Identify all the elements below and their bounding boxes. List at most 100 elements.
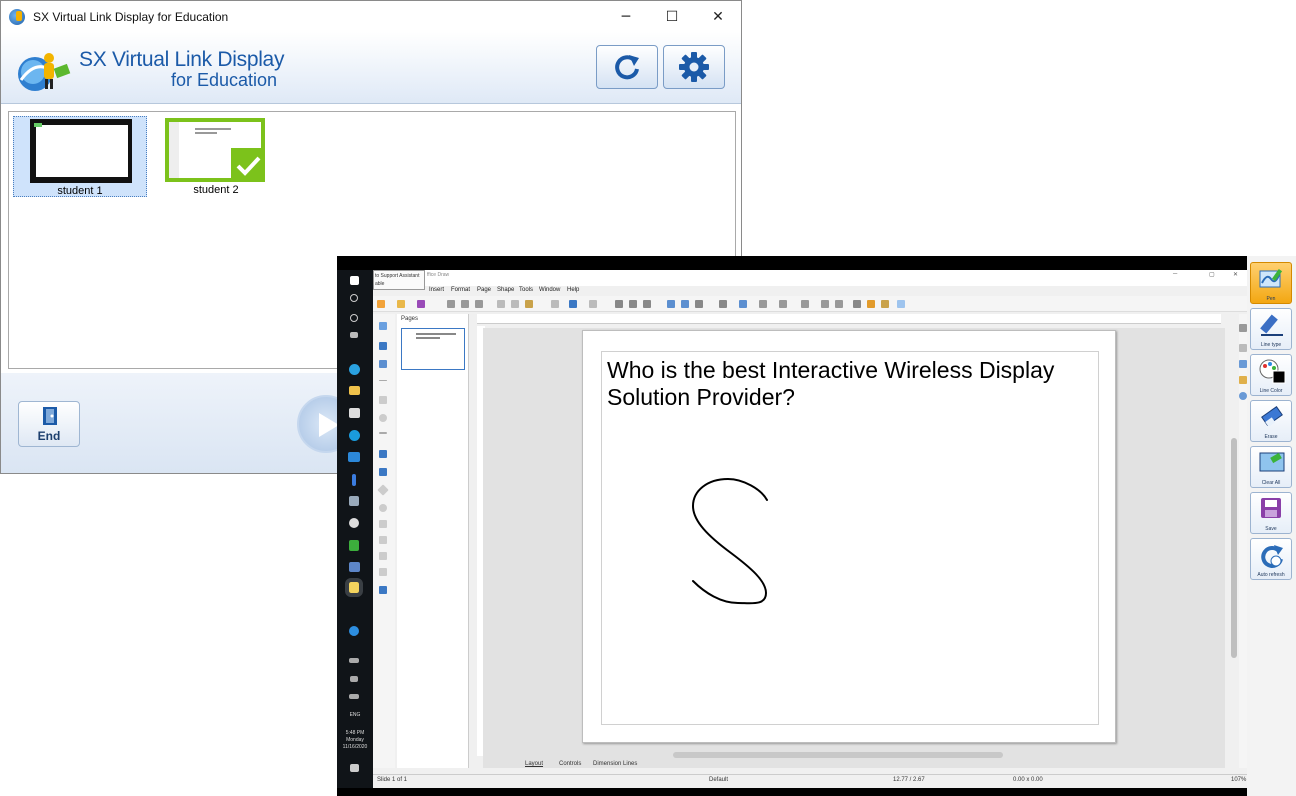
properties-icon[interactable]: [1239, 324, 1247, 332]
shadow-icon[interactable]: [821, 300, 829, 308]
erase-button[interactable]: Erase: [1250, 400, 1292, 442]
vertical-scrollbar[interactable]: [1230, 328, 1238, 758]
help-icon[interactable]: [349, 626, 359, 636]
export-icon[interactable]: [447, 300, 455, 308]
auto-refresh-button[interactable]: Auto refresh: [1250, 538, 1292, 580]
menu-page[interactable]: Page: [477, 287, 491, 293]
status-zoom[interactable]: 107%: [1231, 777, 1246, 783]
transform-icon[interactable]: [739, 300, 747, 308]
line-type-button[interactable]: Line type: [1250, 308, 1292, 350]
align-icon[interactable]: [759, 300, 767, 308]
search-icon[interactable]: [350, 294, 358, 302]
new-icon[interactable]: [377, 300, 385, 308]
special-char-icon[interactable]: [695, 300, 703, 308]
glue-icon[interactable]: [867, 300, 875, 308]
draw-minimize-button[interactable]: ─: [1173, 271, 1177, 277]
helplines-icon[interactable]: [629, 300, 637, 308]
menu-insert[interactable]: Insert: [429, 287, 444, 293]
draw-close-button[interactable]: ✕: [1233, 271, 1238, 278]
ellipse-tool-icon[interactable]: [379, 414, 387, 422]
copy-icon[interactable]: [511, 300, 519, 308]
flowchart-icon[interactable]: [379, 536, 387, 544]
redo-icon[interactable]: [589, 300, 597, 308]
pen-button[interactable]: Pen: [1250, 262, 1292, 304]
network-icon[interactable]: [349, 658, 359, 663]
callouts-icon[interactable]: [379, 552, 387, 560]
line-color-tool-icon[interactable]: [379, 342, 387, 350]
refresh-button[interactable]: [596, 45, 658, 89]
arrange-icon[interactable]: [779, 300, 787, 308]
minimize-button[interactable]: ─: [603, 1, 649, 32]
save-file-icon[interactable]: [417, 300, 425, 308]
settings-button[interactable]: [663, 45, 725, 89]
symbol-shapes-icon[interactable]: [379, 504, 387, 512]
open-icon[interactable]: [397, 300, 405, 308]
maximize-button[interactable]: ☐: [649, 1, 695, 32]
slide-page[interactable]: Who is the best Interactive Wireless Dis…: [582, 330, 1116, 743]
draw-app-icon[interactable]: [345, 578, 363, 597]
block-arrows-icon[interactable]: [379, 520, 387, 528]
close-button[interactable]: ✕: [695, 1, 741, 32]
menu-tools[interactable]: Tools: [519, 287, 533, 293]
windows-start-icon[interactable]: [350, 276, 359, 285]
print-icon[interactable]: [475, 300, 483, 308]
textbox-icon[interactable]: [681, 300, 689, 308]
3d-objects-icon[interactable]: [379, 586, 387, 594]
navigator-icon[interactable]: [1239, 392, 1247, 400]
connector-tool-icon[interactable]: [379, 468, 387, 476]
cortana-icon[interactable]: [350, 314, 358, 322]
arrow-tool-icon[interactable]: [379, 432, 387, 434]
undo-icon[interactable]: [569, 300, 577, 308]
menu-window[interactable]: Window: [539, 287, 560, 293]
toggle-extrusion-icon[interactable]: [881, 300, 889, 308]
line-tool-icon[interactable]: [379, 380, 387, 381]
page-thumbnail[interactable]: [401, 328, 465, 370]
volume-icon[interactable]: [350, 676, 358, 682]
notification-icon[interactable]: [350, 764, 359, 772]
student-tile-2[interactable]: student 2: [161, 116, 295, 197]
crop-icon[interactable]: [835, 300, 843, 308]
fill-color-tool-icon[interactable]: [379, 360, 387, 368]
draw-maximize-button[interactable]: ▢: [1209, 271, 1215, 278]
fontwork-icon[interactable]: [719, 300, 727, 308]
task-view-icon[interactable]: [350, 332, 358, 338]
language-indicator[interactable]: ENG: [337, 712, 373, 719]
select-tool-icon[interactable]: [379, 322, 387, 330]
save-button[interactable]: Save: [1250, 492, 1292, 534]
tab-dimension-lines[interactable]: Dimension Lines: [593, 761, 637, 767]
keyboard-icon[interactable]: [349, 694, 359, 699]
pdf-icon[interactable]: [461, 300, 469, 308]
line-color-button[interactable]: Line Color: [1250, 354, 1292, 396]
paste-icon[interactable]: [525, 300, 533, 308]
gallery-icon[interactable]: [1239, 376, 1247, 384]
distribute-icon[interactable]: [801, 300, 809, 308]
tab-layout[interactable]: Layout: [525, 761, 543, 767]
image-icon[interactable]: [667, 300, 675, 308]
zoom-icon[interactable]: [643, 300, 651, 308]
file-explorer-icon[interactable]: [349, 386, 360, 395]
clone-icon[interactable]: [551, 300, 559, 308]
menu-format[interactable]: Format: [451, 287, 470, 293]
clear-all-button[interactable]: Clear All: [1250, 446, 1292, 488]
end-button[interactable]: End: [18, 401, 80, 447]
horizontal-scrollbar[interactable]: [673, 752, 1003, 758]
draw-functions-icon[interactable]: [897, 300, 905, 308]
edge-icon[interactable]: [349, 364, 360, 375]
menu-shape[interactable]: Shape: [497, 287, 514, 293]
rectangle-tool-icon[interactable]: [379, 396, 387, 404]
fontwork-side-icon[interactable]: [1239, 360, 1247, 368]
curve-tool-icon[interactable]: [379, 450, 387, 458]
skype-icon[interactable]: [349, 430, 360, 441]
cut-icon[interactable]: [497, 300, 505, 308]
mail-icon[interactable]: [348, 452, 360, 462]
title-bar[interactable]: SX Virtual Link Display for Education ─ …: [1, 1, 741, 32]
stars-icon[interactable]: [379, 568, 387, 576]
tab-controls[interactable]: Controls: [559, 761, 581, 767]
menu-help[interactable]: Help: [567, 287, 579, 293]
store-icon[interactable]: [349, 408, 360, 418]
student-tile-1[interactable]: student 1: [13, 116, 147, 197]
people-icon[interactable]: [349, 496, 359, 506]
points-icon[interactable]: [853, 300, 861, 308]
grid-icon[interactable]: [615, 300, 623, 308]
calc-icon[interactable]: [349, 540, 359, 551]
